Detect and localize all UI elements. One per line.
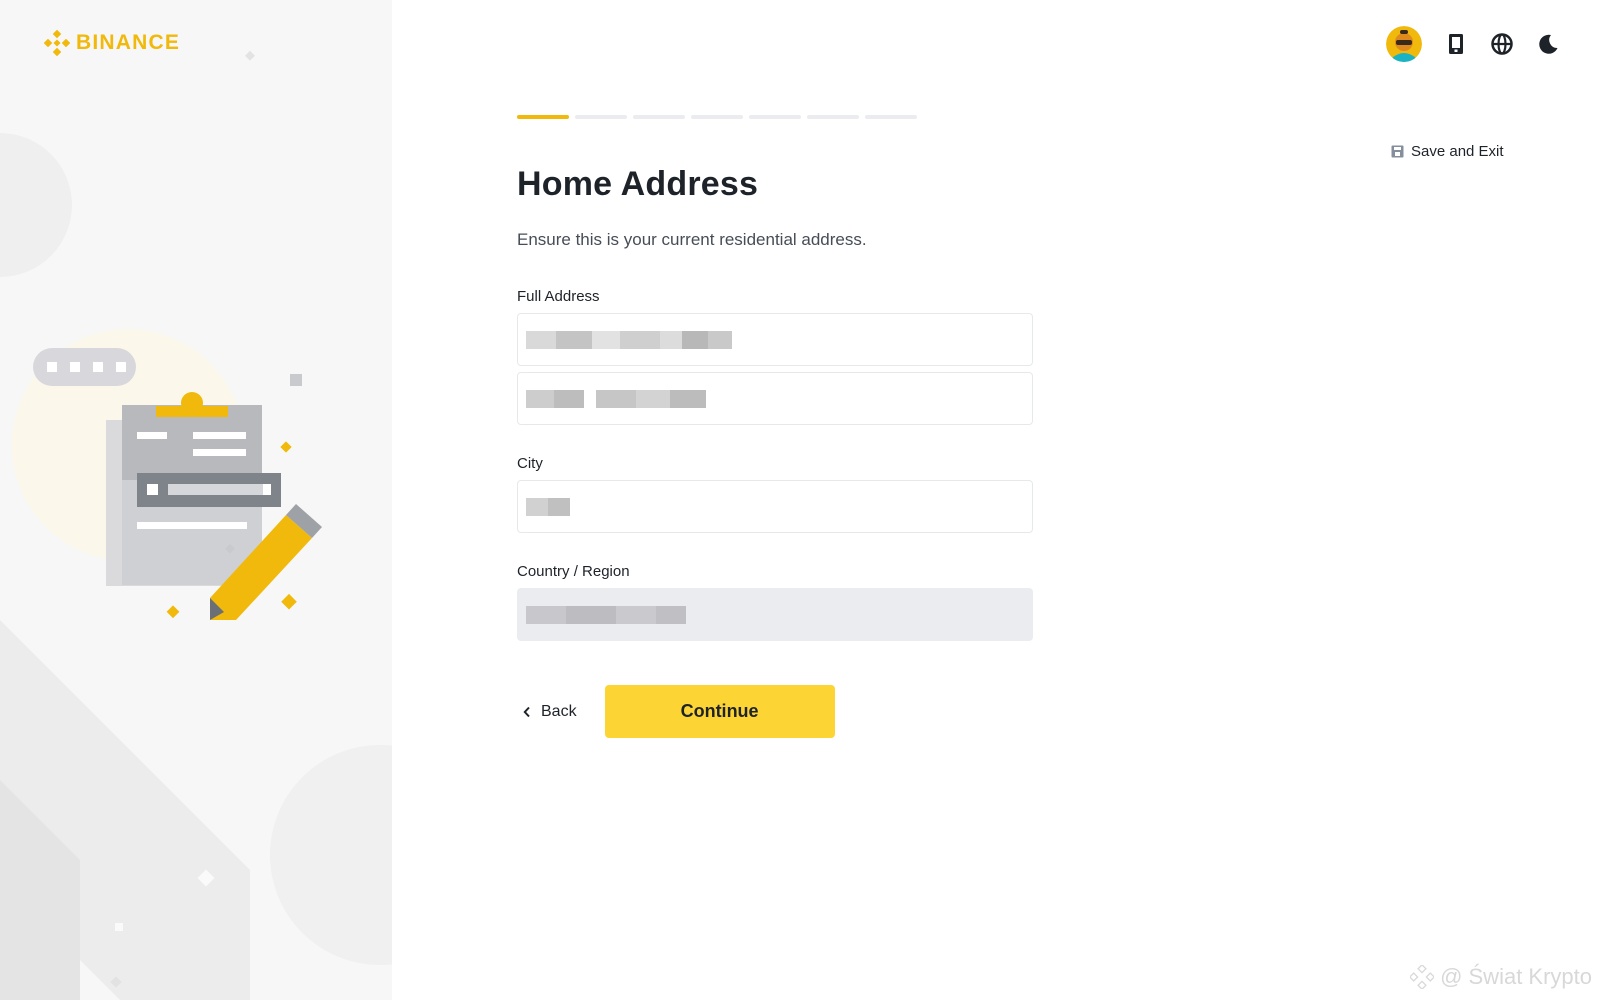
address-form-illustration xyxy=(0,50,392,1000)
watermark-logo-icon xyxy=(1410,965,1435,989)
form-actions: Back Continue xyxy=(517,685,835,738)
chevron-left-icon xyxy=(523,706,530,717)
address-form: Home Address Ensure this is your current… xyxy=(517,165,1033,671)
country-region-label: Country / Region xyxy=(517,563,630,580)
avatar[interactable] xyxy=(1386,26,1422,62)
save-and-exit-label: Save and Exit xyxy=(1411,143,1504,160)
top-toolbar xyxy=(1386,26,1560,62)
save-and-exit-button[interactable]: Save and Exit xyxy=(1391,143,1504,160)
continue-button[interactable]: Continue xyxy=(604,685,835,738)
globe-icon[interactable] xyxy=(1490,32,1514,56)
moon-icon[interactable] xyxy=(1536,32,1560,56)
brand-name: BINANCE xyxy=(76,31,181,54)
city-label: City xyxy=(517,455,543,472)
country-region-field[interactable] xyxy=(517,588,1033,641)
avatar-icon xyxy=(1386,26,1422,62)
progress-step xyxy=(807,115,859,119)
progress-step xyxy=(633,115,685,119)
progress-step xyxy=(691,115,743,119)
progress-step xyxy=(865,115,917,119)
save-icon xyxy=(1391,145,1404,158)
back-label: Back xyxy=(541,702,577,720)
binance-logo[interactable]: BINANCE xyxy=(44,30,180,56)
address-line-1-field[interactable] xyxy=(517,313,1033,366)
back-button[interactable]: Back xyxy=(517,703,577,721)
progress-step xyxy=(575,115,627,119)
kyc-address-page: BINANCE Save and Exit Home Address Ensur… xyxy=(0,0,1600,1000)
redacted-value xyxy=(526,330,732,349)
country-group: Country / Region xyxy=(517,563,1033,641)
redacted-value xyxy=(526,389,706,408)
download-icon[interactable] xyxy=(1444,32,1468,56)
full-address-group: Full Address xyxy=(517,288,1033,425)
step-progress xyxy=(517,115,917,119)
city-field[interactable] xyxy=(517,480,1033,533)
redacted-value xyxy=(526,605,686,624)
city-group: City xyxy=(517,455,1033,533)
binance-logo-icon xyxy=(44,30,70,56)
illustration-panel: BINANCE xyxy=(0,0,392,1000)
progress-step xyxy=(517,115,569,119)
full-address-label: Full Address xyxy=(517,288,600,305)
watermark: @ Świat Krypto xyxy=(1410,964,1592,990)
address-line-2-field[interactable] xyxy=(517,372,1033,425)
redacted-value xyxy=(526,497,570,516)
watermark-text: @ Świat Krypto xyxy=(1440,964,1592,989)
page-subtitle: Ensure this is your current residential … xyxy=(517,230,867,249)
page-title: Home Address xyxy=(517,165,759,203)
progress-step xyxy=(749,115,801,119)
